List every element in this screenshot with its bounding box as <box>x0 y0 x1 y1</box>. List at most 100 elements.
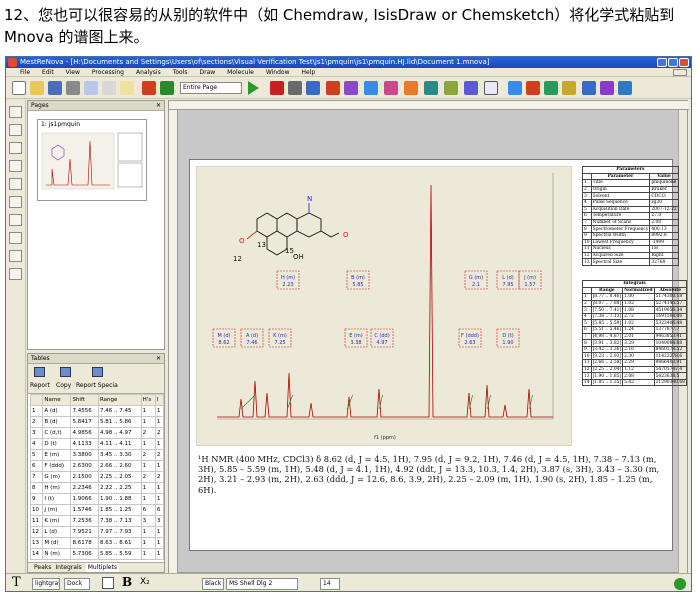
menu-file[interactable]: File <box>20 68 30 76</box>
peak-picking-icon[interactable] <box>364 81 378 95</box>
page-thumbnail[interactable]: 1: js1pmquin <box>37 119 147 201</box>
image-tool-icon[interactable] <box>9 232 22 244</box>
table-row[interactable]: 10 J (m) 1.5746 1.85 .. 1.25 6 6 <box>29 504 165 516</box>
table-row[interactable]: 11 K (m) 7.2536 7.38 .. 7.13 3 3 <box>29 515 165 527</box>
tab-multiplets[interactable]: Multiplets <box>85 563 120 572</box>
table-row[interactable]: 1A (d) 7.4556 7.46 .. 7.45 1 1 <box>29 405 165 417</box>
menu-edit[interactable]: Edit <box>42 68 54 76</box>
table-row[interactable]: 4D (t) 4.1133 4.11 .. 4.11 1 1 <box>29 438 165 450</box>
redo-icon[interactable] <box>160 81 174 95</box>
cut-icon[interactable] <box>84 81 98 95</box>
molecule-link-icon[interactable] <box>582 81 596 95</box>
column-header[interactable]: Range <box>97 394 142 406</box>
pan-icon[interactable] <box>544 81 558 95</box>
table-row[interactable]: 13 M (d) 8.6178 8.63 .. 8.61 1 1 <box>29 537 165 549</box>
table-row[interactable]: 3C (d,t) 4.9856 4.98 .. 4.97 2 2 <box>29 427 165 439</box>
nmr-spectrum[interactable]: H (m) 2.23 B (m) 5.85 G (m) 2.1 L (d) 7.95 J (m)… <box>196 166 572 446</box>
bold-icon[interactable]: B <box>122 575 132 589</box>
polygon-tool-icon[interactable] <box>9 214 22 226</box>
copy-icon[interactable] <box>60 367 71 377</box>
full-spectrum-icon[interactable] <box>562 81 576 95</box>
text-tool-icon[interactable]: T <box>12 575 21 590</box>
report-button[interactable]: Report <box>30 382 50 389</box>
rectangle-tool-icon[interactable] <box>9 160 22 172</box>
open-folder-icon[interactable] <box>30 81 44 95</box>
copy-button[interactable]: Copy <box>56 382 71 389</box>
menu-help[interactable]: Help <box>302 68 316 76</box>
column-header[interactable]: H's <box>140 394 156 406</box>
table-row[interactable]: 6F (ddd) 2.6300 2.66 .. 2.60 1 1 <box>29 460 165 472</box>
font-name-select[interactable]: MS Shell Dlg 2 <box>226 578 298 590</box>
line-tool-icon[interactable] <box>9 142 22 154</box>
column-header[interactable]: Shift <box>70 394 99 406</box>
column-header[interactable]: I <box>154 394 165 406</box>
close-icon[interactable]: ✕ <box>156 101 161 111</box>
new-document-icon[interactable] <box>12 81 26 95</box>
menu-analysis[interactable]: Analysis <box>136 68 161 76</box>
zoom-in-icon[interactable] <box>508 81 522 95</box>
close-icon[interactable]: ✕ <box>156 354 161 364</box>
baseline-icon[interactable] <box>344 81 358 95</box>
copy-icon[interactable] <box>102 81 116 95</box>
report-special-icon[interactable] <box>92 367 103 377</box>
menu-processing[interactable]: Processing <box>92 68 124 76</box>
menu-view[interactable]: View <box>66 68 80 76</box>
reference-icon[interactable] <box>424 81 438 95</box>
fid-icon[interactable] <box>306 81 320 95</box>
color-select[interactable]: Black <box>202 578 224 590</box>
parameters-table-wrap[interactable]: Parameters Parameter Value 1 Title pmquino… <box>582 166 687 387</box>
paste-icon[interactable] <box>120 81 134 95</box>
document-workspace[interactable]: H (m) 2.23 B (m) 5.85 G (m) 2.1 L (d) 7.95 J (m)… <box>168 100 689 574</box>
column-header[interactable] <box>29 394 44 406</box>
undo-icon[interactable] <box>142 81 156 95</box>
maximize-button[interactable] <box>668 58 678 67</box>
fit-icon[interactable] <box>444 81 458 95</box>
dock-field[interactable]: Dock <box>64 578 90 590</box>
menu-molecule[interactable]: Molecule <box>227 68 254 76</box>
minimize-button[interactable] <box>657 58 667 67</box>
ellipse-tool-icon[interactable] <box>9 178 22 190</box>
table-row[interactable]: 5E (m) 3.3800 3.45 .. 3.30 2 2 <box>29 449 165 461</box>
phase-icon[interactable] <box>326 81 340 95</box>
f1-icon[interactable] <box>270 81 284 95</box>
report-special-button[interactable]: Report Specia <box>76 382 118 389</box>
report-icon[interactable] <box>34 367 45 377</box>
table-row[interactable]: 12 L (d) 7.9521 7.97 .. 7.93 1 1 <box>29 526 165 538</box>
close-button[interactable] <box>679 58 689 67</box>
tab-peaks[interactable]: Peaks <box>34 563 51 572</box>
save-icon[interactable] <box>48 81 62 95</box>
verify-icon[interactable] <box>618 81 632 95</box>
align-icon[interactable] <box>102 577 114 589</box>
zoom-out-icon[interactable] <box>526 81 540 95</box>
text-tool-icon[interactable] <box>9 124 22 136</box>
subscript-icon[interactable]: X₂ <box>140 577 150 587</box>
table-row[interactable]: 7G (m) 2.1500 2.25 .. 2.05 2 2 <box>29 471 165 483</box>
table-row[interactable]: 9I (t) 1.9066 1.90 .. 1.88 1 1 <box>29 493 165 505</box>
f2-icon[interactable] <box>288 81 302 95</box>
nmr-report-text[interactable]: ¹H NMR (400 MHz, CDCl3) δ 8.62 (d, J = 4… <box>198 454 668 495</box>
print-icon[interactable] <box>66 81 80 95</box>
table-row[interactable]: 8H (m) 2.2346 2.22 .. 2.25 1 1 <box>29 482 165 494</box>
document-page[interactable]: H (m) 2.23 B (m) 5.85 G (m) 2.1 L (d) 7.95 J (m)… <box>189 159 687 551</box>
menu-window[interactable]: Window <box>266 68 290 76</box>
font-style-field[interactable]: lightgray <box>32 578 60 590</box>
predict-icon[interactable] <box>600 81 614 95</box>
page-zoom-select[interactable]: Entire Page <box>180 82 242 94</box>
layout-tool-icon[interactable] <box>9 268 22 280</box>
crosshair-icon[interactable] <box>484 81 498 95</box>
arrow-tool-icon[interactable] <box>9 196 22 208</box>
menu-draw[interactable]: Draw <box>199 68 215 76</box>
integrate-icon[interactable] <box>384 81 398 95</box>
molecule-tool-icon[interactable] <box>9 250 22 262</box>
multiplet-icon[interactable] <box>404 81 418 95</box>
cursor-icon[interactable] <box>464 81 478 95</box>
mdi-controls[interactable] <box>673 69 687 76</box>
select-tool-icon[interactable] <box>9 106 22 118</box>
column-header[interactable]: Name <box>42 394 72 406</box>
tab-integrals[interactable]: Integrals <box>55 563 81 572</box>
play-icon[interactable] <box>248 81 259 95</box>
font-size-select[interactable]: 14 <box>320 578 340 590</box>
table-row[interactable]: 14 N (m) 5.7306 5.85 .. 5.59 1 1 <box>29 548 165 560</box>
menu-tools[interactable]: Tools <box>173 68 188 76</box>
table-row[interactable]: 2B (d) 5.8417 5.81 .. 5.86 1 1 <box>29 416 165 428</box>
